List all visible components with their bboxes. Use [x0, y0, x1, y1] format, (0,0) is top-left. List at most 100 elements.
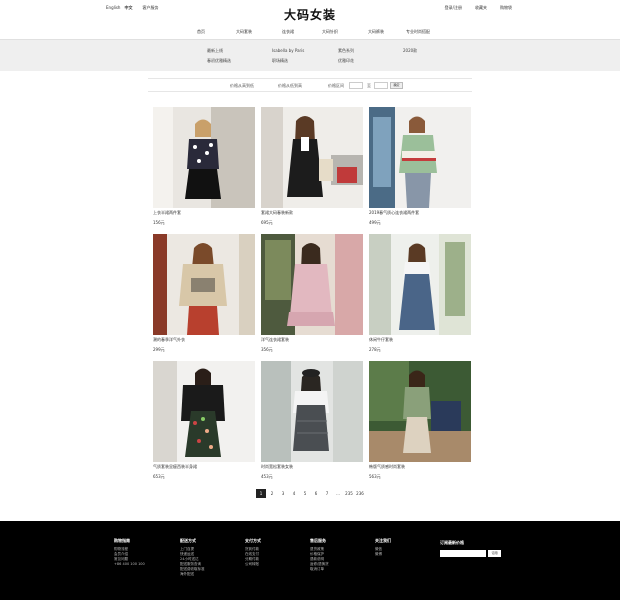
product-name[interactable]: 休闲牛仔套装 [369, 337, 471, 343]
product-price: 356元 [261, 347, 273, 352]
footer-phone: +86 400 100 100 [114, 562, 145, 566]
page-5[interactable]: 5 [300, 489, 310, 498]
footer-col-title: 关注我们 [375, 538, 391, 543]
page-235[interactable]: 235 [344, 489, 354, 498]
product-price: 563元 [369, 474, 381, 479]
footer-col-delivery: 配送方式 上门自提 快递运送 24小时送达 配送服务查询 配送费收取标准 海外配… [180, 538, 205, 577]
product-card[interactable]: 休闲牛仔套装 278元 [369, 234, 471, 353]
language-switcher: English 中文 客户服务 [106, 5, 158, 11]
product-card[interactable]: 气质套装显瘦西装半身裙 653元 [153, 361, 255, 480]
product-image[interactable] [369, 234, 471, 335]
product-image[interactable] [261, 361, 363, 462]
submenu-office[interactable]: 职场精选 [272, 58, 288, 64]
page-2[interactable]: 2 [267, 489, 277, 498]
product-price: 299元 [153, 347, 165, 352]
product-price: 278元 [369, 347, 381, 352]
product-card[interactable]: 2019春气质心连衣裙两件套 499元 [369, 107, 471, 226]
nav-home[interactable]: 首页 [197, 29, 205, 35]
price-min-input[interactable] [349, 82, 363, 89]
subscribe-button[interactable]: 订阅 [488, 550, 501, 557]
newsletter-subscribe: 订阅最新价格 订阅 [440, 540, 501, 557]
sort-price-desc[interactable]: 价格从高到低 [230, 83, 254, 89]
submenu-print[interactable]: 优雅印花 [338, 58, 354, 64]
submenu-spring[interactable]: 春初优雅精选 [207, 58, 231, 64]
footer-col-title: 购物指南 [114, 538, 130, 543]
nav-dresses[interactable]: 连衣裙 [282, 29, 294, 35]
main-nav: 首页 大码套装 连衣裙 大码针织 大码裤装 专业时尚搭配 [0, 28, 620, 38]
page-236[interactable]: 236 [355, 489, 365, 498]
nav-styling[interactable]: 专业时尚搭配 [406, 29, 430, 35]
nav-knitwear[interactable]: 大码针织 [322, 29, 338, 35]
footer-col-guide: 购物指南 购物流程 会员介绍 常见问题 +86 400 100 100 [114, 538, 145, 567]
product-name[interactable]: 上衣半裙两件套 [153, 210, 255, 216]
nav-pants[interactable]: 大码裤装 [368, 29, 384, 35]
product-name[interactable]: 套裙大码春装新款 [261, 210, 363, 216]
page-3[interactable]: 3 [278, 489, 288, 498]
page-4[interactable]: 4 [289, 489, 299, 498]
product-image[interactable] [261, 234, 363, 335]
lang-english-link[interactable]: English [106, 5, 120, 11]
product-name[interactable]: 2019春气质心连衣裙两件套 [369, 210, 471, 216]
footer-col-service: 售后服务 退货政策 价格保护 退款说明 返修/退换货 取消订单 [310, 538, 329, 572]
cart-link[interactable]: 购物袋 [500, 5, 512, 11]
footer-col-payment: 支付方式 货到付款 在线支付 分期付款 公司转账 [245, 538, 261, 567]
account-links: 登录/注册 收藏夹 购物袋 [445, 5, 512, 11]
nav-sets[interactable]: 大码套装 [236, 29, 252, 35]
product-price: 499元 [369, 220, 381, 225]
submenu-isabella[interactable]: Isabella by Paris [272, 48, 304, 53]
customer-service-link[interactable]: 客户服务 [142, 5, 158, 11]
product-card[interactable]: 套裙大码春装新款 695元 [261, 107, 363, 226]
product-price: 156元 [153, 220, 165, 225]
footer-col-title: 支付方式 [245, 538, 261, 543]
category-submenu: 最新上线 Isabella by Paris 素色系列 2020款 春初优雅精选… [0, 39, 620, 71]
product-image[interactable] [153, 234, 255, 335]
footer-link[interactable]: 公司转账 [245, 562, 261, 567]
wishlist-link[interactable]: 收藏夹 [475, 5, 487, 11]
product-card[interactable]: 韩版气质感时尚套装 563元 [369, 361, 471, 480]
product-name[interactable]: 韩版气质感时尚套装 [369, 464, 471, 470]
footer-link[interactable]: 取消订单 [310, 567, 329, 572]
price-range-to: 至 [367, 83, 371, 88]
product-card[interactable]: 洋气连衣裙套装 356元 [261, 234, 363, 353]
price-range-label: 价格区间 [328, 83, 344, 88]
top-bar: English 中文 客户服务 大码女装 登录/注册 收藏夹 购物袋 [0, 0, 620, 22]
product-name[interactable]: 气质套装显瘦西装半身裙 [153, 464, 255, 470]
page-ellipsis: ... [336, 491, 340, 496]
pagination: 1 2 3 4 5 6 7 ... 235 236 [256, 489, 365, 498]
product-image[interactable] [153, 361, 255, 462]
filter-bar: 价格从高到低 价格从低到高 价格区间 至 确定 [148, 78, 472, 92]
product-card[interactable]: 时尚宽松套装女装 453元 [261, 361, 363, 480]
sort-price-asc[interactable]: 价格从低到高 [278, 83, 302, 89]
product-name[interactable]: 洋气连衣裙套装 [261, 337, 363, 343]
product-price: 453元 [261, 474, 273, 479]
weibo-link[interactable]: 微博 [375, 552, 391, 557]
page-7[interactable]: 7 [322, 489, 332, 498]
price-max-input[interactable] [374, 82, 388, 89]
product-name[interactable]: 潮的春季洋气外衣 [153, 337, 255, 343]
price-filter-button[interactable]: 确定 [390, 82, 403, 89]
subscribe-title: 订阅最新价格 [440, 540, 464, 545]
page-6[interactable]: 6 [311, 489, 321, 498]
lang-chinese-link[interactable]: 中文 [124, 5, 132, 11]
product-image[interactable] [369, 107, 471, 208]
product-card[interactable]: 潮的春季洋气外衣 299元 [153, 234, 255, 353]
product-price: 695元 [261, 220, 273, 225]
login-link[interactable]: 登录/注册 [445, 5, 462, 11]
footer-col-title: 配送方式 [180, 538, 196, 543]
submenu-solid[interactable]: 素色系列 [338, 48, 354, 54]
page-1[interactable]: 1 [256, 489, 266, 498]
footer-col-title: 售后服务 [310, 538, 326, 543]
product-price: 653元 [153, 474, 165, 479]
product-name[interactable]: 时尚宽松套装女装 [261, 464, 363, 470]
product-image[interactable] [369, 361, 471, 462]
product-card[interactable]: 上衣半裙两件套 156元 [153, 107, 255, 226]
subscribe-email-input[interactable] [440, 550, 486, 557]
footer-link[interactable]: 海外配送 [180, 572, 205, 577]
site-logo[interactable]: 大码女装 [284, 6, 336, 23]
footer-col-follow: 关注我们 微信 微博 [375, 538, 391, 557]
submenu-new[interactable]: 最新上线 [207, 48, 223, 54]
submenu-2020[interactable]: 2020款 [403, 48, 417, 54]
site-footer: 购物指南 购物流程 会员介绍 常见问题 +86 400 100 100 配送方式… [0, 521, 620, 600]
product-image[interactable] [153, 107, 255, 208]
product-image[interactable] [261, 107, 363, 208]
